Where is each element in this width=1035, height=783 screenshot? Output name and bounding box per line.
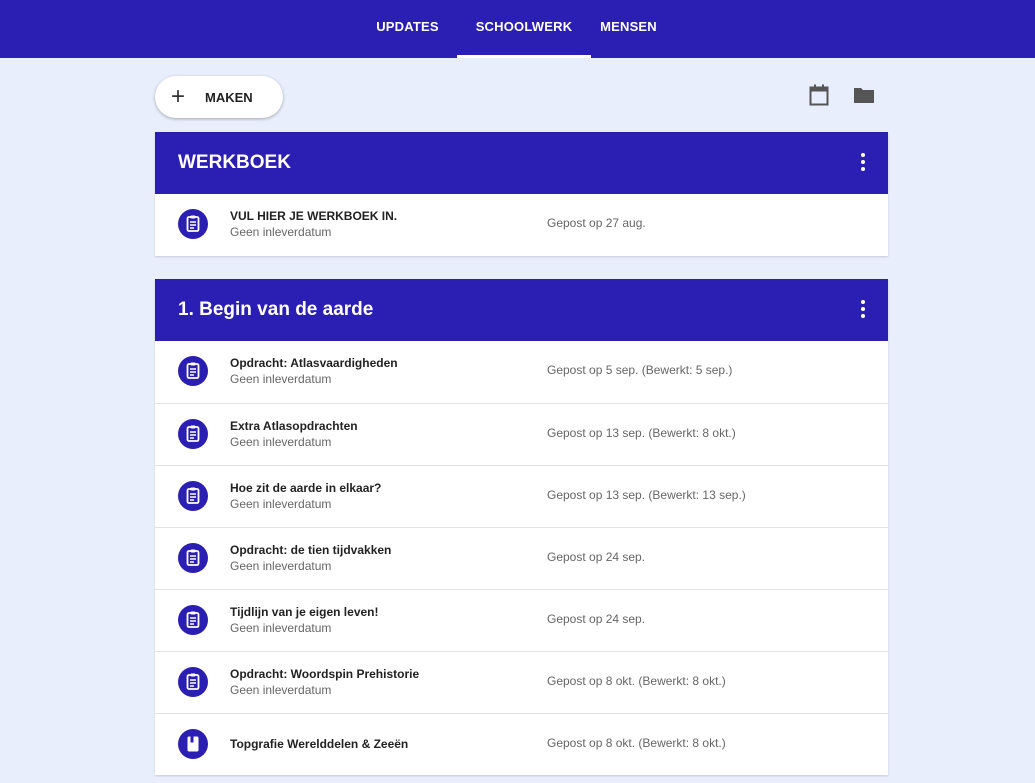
section-header: WERKBOEK <box>155 132 888 194</box>
list-item[interactable]: Opdracht: Woordspin Prehistorie Geen inl… <box>155 651 888 713</box>
item-due-date: Geen inleverdatum <box>230 225 332 239</box>
assignment-icon <box>178 209 208 239</box>
assignment-icon <box>178 605 208 635</box>
list-item[interactable]: Hoe zit de aarde in elkaar? Geen inlever… <box>155 465 888 527</box>
item-posted-date: Gepost op 24 sep. <box>547 612 646 626</box>
list-item[interactable]: Tijdlijn van je eigen leven! Geen inleve… <box>155 589 888 651</box>
tab-schoolwerk[interactable]: SCHOOLWERK <box>457 0 591 58</box>
folder-icon[interactable] <box>853 86 875 109</box>
make-button-label: MAKEN <box>205 89 253 105</box>
list-item[interactable]: Opdracht: Atlasvaardigheden Geen inlever… <box>155 341 888 403</box>
item-title: Opdracht: de tien tijdvakken <box>230 543 392 557</box>
material-icon <box>178 729 208 759</box>
item-due-date: Geen inleverdatum <box>230 621 332 635</box>
item-title: VUL HIER JE WERKBOEK IN. <box>230 209 398 223</box>
plus-icon: + <box>171 83 186 110</box>
item-title: Hoe zit de aarde in elkaar? <box>230 481 382 495</box>
item-posted-date: Gepost op 8 okt. (Bewerkt: 8 okt.) <box>547 674 726 688</box>
section-header: 1. Begin van de aarde <box>155 279 888 341</box>
item-due-date: Geen inleverdatum <box>230 497 332 511</box>
item-posted-date: Gepost op 27 aug. <box>547 216 646 230</box>
section-title: WERKBOEK <box>178 152 291 173</box>
assignment-icon <box>178 419 208 449</box>
item-posted-date: Gepost op 24 sep. <box>547 550 646 564</box>
assignment-icon <box>178 543 208 573</box>
section-begin-van-de-aarde: 1. Begin van de aarde Opdracht: Atlasvaa… <box>155 279 888 775</box>
list-item[interactable]: VUL HIER JE WERKBOEK IN. Geen inleverdat… <box>155 194 888 256</box>
item-title: Opdracht: Woordspin Prehistorie <box>230 667 420 681</box>
list-item[interactable]: Topgrafie Werelddelen & Zeeën Gepost op … <box>155 713 888 775</box>
tab-updates[interactable]: UPDATES <box>360 0 455 58</box>
calendar-icon[interactable] <box>809 84 829 111</box>
item-due-date: Geen inleverdatum <box>230 559 332 573</box>
item-posted-date: Gepost op 13 sep. (Bewerkt: 13 sep.) <box>547 488 746 502</box>
item-title: Topgrafie Werelddelen & Zeeën <box>230 737 409 751</box>
assignment-icon <box>178 356 208 386</box>
make-button[interactable]: + MAKEN <box>155 76 283 118</box>
section-title: 1. Begin van de aarde <box>178 299 374 320</box>
list-item[interactable]: Extra Atlasopdrachten Geen inleverdatum … <box>155 403 888 465</box>
more-options-icon[interactable] <box>860 300 866 320</box>
more-options-icon[interactable] <box>860 153 866 173</box>
item-due-date: Geen inleverdatum <box>230 372 332 386</box>
assignment-icon <box>178 481 208 511</box>
item-title: Tijdlijn van je eigen leven! <box>230 605 379 619</box>
item-posted-date: Gepost op 8 okt. (Bewerkt: 8 okt.) <box>547 736 726 750</box>
item-title: Extra Atlasopdrachten <box>230 419 358 433</box>
item-due-date: Geen inleverdatum <box>230 435 332 449</box>
assignment-icon <box>178 667 208 697</box>
item-title: Opdracht: Atlasvaardigheden <box>230 356 398 370</box>
top-nav-bar: UPDATES SCHOOLWERK MENSEN <box>0 0 1035 58</box>
item-posted-date: Gepost op 13 sep. (Bewerkt: 8 okt.) <box>547 426 736 440</box>
item-due-date: Geen inleverdatum <box>230 683 332 697</box>
section-werkboek: WERKBOEK VUL HIER JE WERKBOEK IN. Geen i… <box>155 132 888 256</box>
tab-mensen[interactable]: MENSEN <box>597 0 660 58</box>
list-item[interactable]: Opdracht: de tien tijdvakken Geen inleve… <box>155 527 888 589</box>
item-posted-date: Gepost op 5 sep. (Bewerkt: 5 sep.) <box>547 363 733 377</box>
